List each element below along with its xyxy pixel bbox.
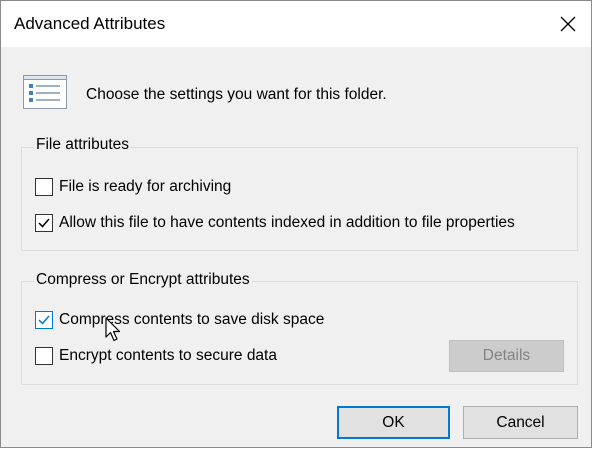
compress-option[interactable]: Compress contents to save disk space [35,309,324,331]
mouse-pointer-icon [105,317,121,348]
file-attributes-group [21,147,578,251]
dialog-title: Advanced Attributes [14,14,166,33]
index-label: Allow this file to have contents indexed… [59,214,515,231]
index-option[interactable]: Allow this file to have contents indexed… [35,212,515,234]
compress-checkbox[interactable] [35,311,53,329]
details-button[interactable]: Details [449,340,564,372]
archive-option[interactable]: File is ready for archiving [35,176,231,198]
close-button[interactable] [545,1,591,47]
cancel-button[interactable]: Cancel [463,406,578,439]
encrypt-checkbox[interactable] [35,347,53,365]
encrypt-label: Encrypt contents to secure data [59,347,277,364]
archive-checkbox[interactable] [35,178,53,196]
advanced-attributes-dialog: Advanced Attributes Choose the settings … [0,0,592,448]
compress-label: Compress contents to save disk space [59,311,325,328]
ok-button[interactable]: OK [337,406,450,439]
compress-encrypt-title: Compress or Encrypt attributes [34,271,252,289]
file-attributes-title: File attributes [34,136,132,154]
background-strip [0,448,594,459]
archive-label: File is ready for archiving [59,178,232,195]
index-checkbox[interactable] [35,214,53,232]
header-instruction: Choose the settings you want for this fo… [86,86,387,103]
settings-list-icon [23,75,67,114]
title-bar: Advanced Attributes [1,1,591,47]
close-icon [560,16,576,32]
encrypt-option[interactable]: Encrypt contents to secure data [35,345,277,367]
